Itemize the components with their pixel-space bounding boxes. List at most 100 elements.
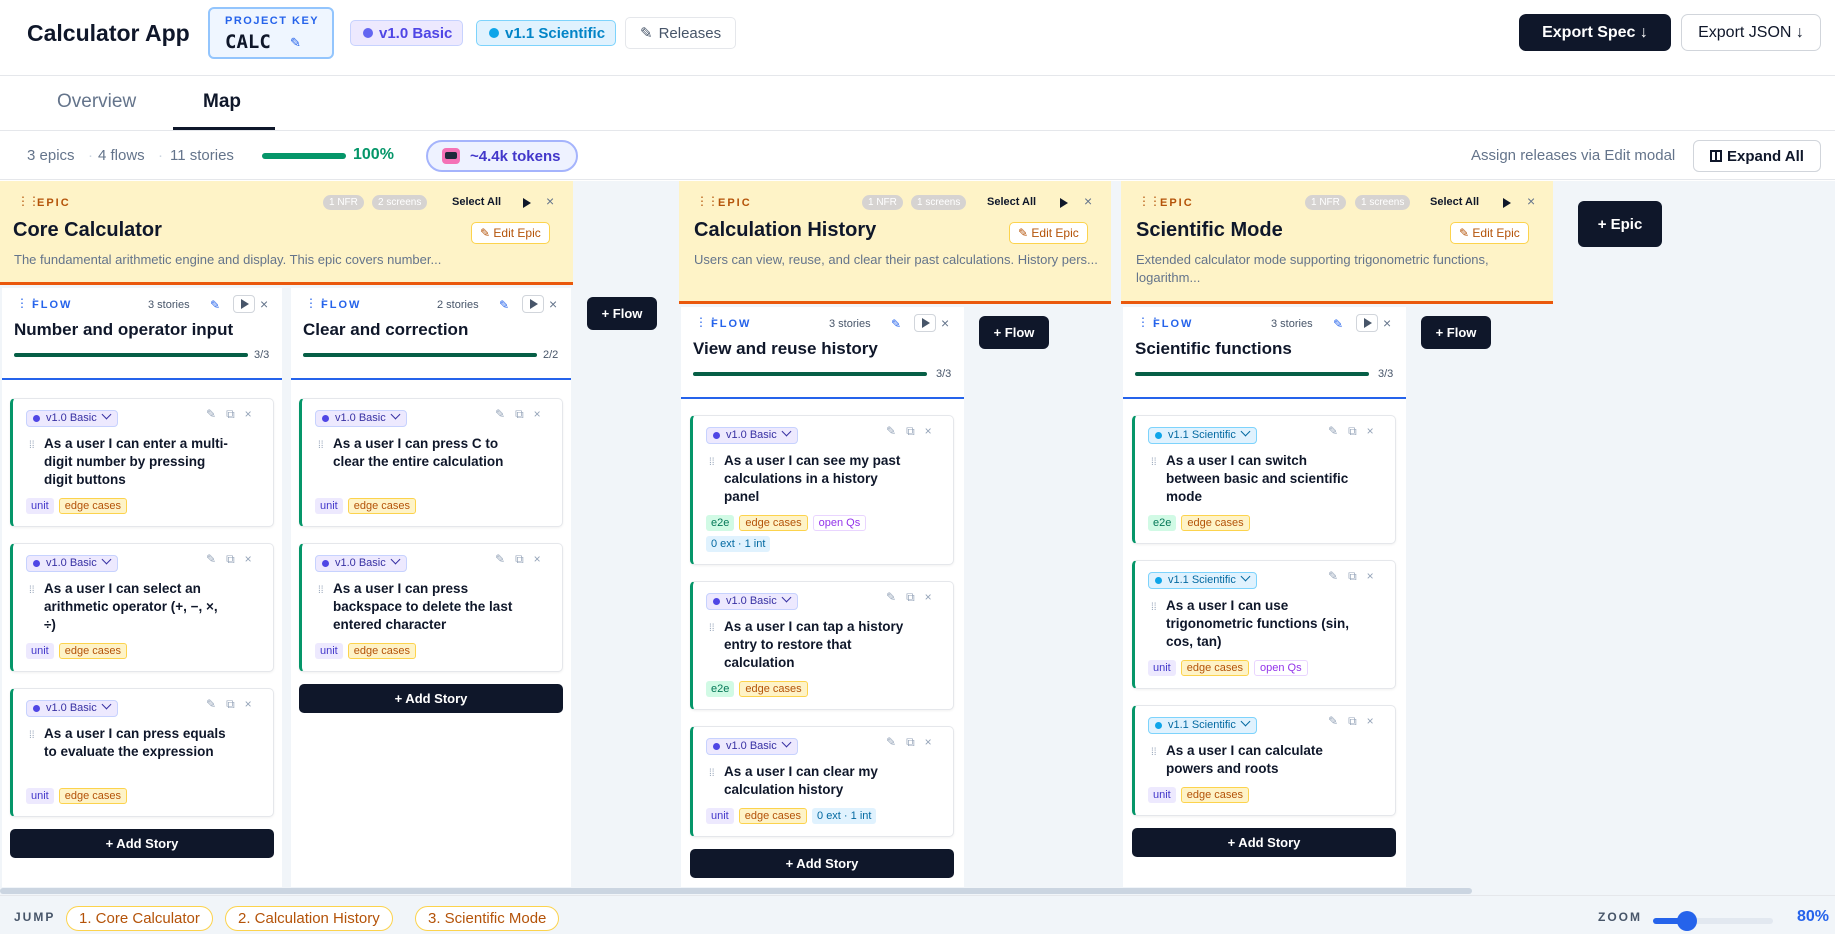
- copy-icon[interactable]: ⧉: [1348, 714, 1357, 728]
- play-icon[interactable]: [522, 295, 544, 313]
- pencil-icon[interactable]: ✎: [1328, 569, 1338, 583]
- close-icon[interactable]: ×: [245, 697, 252, 711]
- close-icon[interactable]: ×: [1367, 424, 1374, 438]
- pencil-icon[interactable]: ✎: [210, 298, 220, 312]
- edit-epic-button[interactable]: ✎ Edit Epic: [1009, 222, 1088, 244]
- copy-icon[interactable]: ⧉: [1348, 424, 1357, 438]
- release-pill-scientific[interactable]: v1.1 Scientific: [476, 20, 617, 46]
- drag-handle-icon[interactable]: ⁞⁞: [1151, 603, 1157, 613]
- pencil-icon[interactable]: ✎: [206, 552, 216, 566]
- release-dropdown[interactable]: v1.0 Basic: [26, 409, 118, 427]
- play-icon[interactable]: [914, 314, 936, 332]
- close-icon[interactable]: ×: [1367, 714, 1374, 728]
- drag-handle-icon[interactable]: ⁞⁞: [1151, 458, 1157, 468]
- select-all-button[interactable]: Select All: [452, 196, 501, 208]
- pencil-icon[interactable]: ✎: [495, 407, 505, 421]
- pencil-icon[interactable]: ✎: [499, 298, 509, 312]
- story-card[interactable]: v1.1 Scientific ✎ ⧉ × ⁞⁞ As a user I can…: [1132, 705, 1396, 816]
- pencil-icon[interactable]: ✎: [206, 697, 216, 711]
- close-icon[interactable]: ×: [1084, 193, 1092, 209]
- pencil-icon[interactable]: ✎: [290, 35, 301, 51]
- close-icon[interactable]: ×: [925, 424, 932, 438]
- release-dropdown[interactable]: v1.0 Basic: [706, 426, 798, 444]
- zoom-slider-handle[interactable]: [1676, 911, 1697, 931]
- drag-handle-icon[interactable]: ⋮⋮: [696, 195, 719, 207]
- story-card[interactable]: v1.1 Scientific ✎ ⧉ × ⁞⁞ As a user I can…: [1132, 560, 1396, 689]
- jump-core-calculator[interactable]: 1. Core Calculator: [66, 906, 213, 931]
- token-estimate-badge[interactable]: ~4.4k tokens: [426, 140, 578, 172]
- close-icon[interactable]: ×: [534, 552, 541, 566]
- release-dropdown[interactable]: v1.1 Scientific: [1148, 571, 1257, 589]
- zoom-slider[interactable]: [1653, 911, 1773, 931]
- pencil-icon[interactable]: ✎: [891, 317, 901, 331]
- project-key-box[interactable]: PROJECT KEY CALC ✎: [208, 7, 334, 59]
- close-icon[interactable]: ×: [549, 296, 557, 312]
- drag-handle-icon[interactable]: ⋮⋮: [16, 297, 40, 309]
- close-icon[interactable]: ×: [245, 407, 252, 421]
- story-card[interactable]: v1.1 Scientific ✎ ⧉ × ⁞⁞ As a user I can…: [1132, 415, 1396, 544]
- copy-icon[interactable]: ⧉: [515, 552, 524, 566]
- edit-epic-button[interactable]: ✎ Edit Epic: [1450, 222, 1529, 244]
- close-icon[interactable]: ×: [1383, 315, 1391, 331]
- copy-icon[interactable]: ⧉: [226, 407, 235, 421]
- select-all-button[interactable]: Select All: [1430, 196, 1479, 208]
- add-flow-button[interactable]: + Flow: [979, 316, 1049, 349]
- drag-handle-icon[interactable]: ⁞⁞: [709, 624, 715, 634]
- releases-button[interactable]: ✎ Releases: [625, 17, 737, 49]
- close-icon[interactable]: ×: [925, 735, 932, 749]
- release-dropdown[interactable]: v1.0 Basic: [26, 554, 118, 572]
- copy-icon[interactable]: ⧉: [906, 735, 915, 749]
- release-dropdown[interactable]: v1.1 Scientific: [1148, 426, 1257, 444]
- story-card[interactable]: v1.0 Basic ✎ ⧉ × ⁞⁞ As a user I can pres…: [299, 398, 563, 527]
- tab-overview[interactable]: Overview: [57, 91, 136, 113]
- edit-epic-button[interactable]: ✎ Edit Epic: [471, 222, 550, 244]
- release-pill-basic[interactable]: v1.0 Basic: [350, 20, 464, 46]
- story-card[interactable]: v1.0 Basic ✎ ⧉ × ⁞⁞ As a user I can ente…: [10, 398, 274, 527]
- add-story-button[interactable]: + Add Story: [299, 684, 563, 713]
- play-icon[interactable]: [1356, 314, 1378, 332]
- copy-icon[interactable]: ⧉: [906, 590, 915, 604]
- story-card[interactable]: v1.0 Basic ✎ ⧉ × ⁞⁞ As a user I can pres…: [299, 543, 563, 672]
- play-icon[interactable]: [1060, 198, 1068, 208]
- drag-handle-icon[interactable]: ⁞⁞: [709, 458, 715, 468]
- add-flow-button[interactable]: + Flow: [587, 297, 657, 330]
- add-story-button[interactable]: + Add Story: [1132, 828, 1396, 857]
- story-card[interactable]: v1.0 Basic ✎ ⧉ × ⁞⁞ As a user I can see …: [690, 415, 954, 565]
- drag-handle-icon[interactable]: ⋮⋮: [17, 195, 40, 207]
- drag-handle-icon[interactable]: ⁞⁞: [318, 441, 324, 451]
- drag-handle-icon[interactable]: ⁞⁞: [29, 441, 35, 451]
- copy-icon[interactable]: ⧉: [226, 552, 235, 566]
- tab-map[interactable]: Map: [203, 91, 241, 113]
- close-icon[interactable]: ×: [534, 407, 541, 421]
- close-icon[interactable]: ×: [546, 193, 554, 209]
- release-dropdown[interactable]: v1.0 Basic: [706, 592, 798, 610]
- drag-handle-icon[interactable]: ⁞⁞: [29, 586, 35, 596]
- copy-icon[interactable]: ⧉: [515, 407, 524, 421]
- close-icon[interactable]: ×: [1527, 193, 1535, 209]
- pencil-icon[interactable]: ✎: [495, 552, 505, 566]
- pencil-icon[interactable]: ✎: [886, 735, 896, 749]
- release-dropdown[interactable]: v1.1 Scientific: [1148, 716, 1257, 734]
- export-spec-button[interactable]: Export Spec ↓: [1519, 14, 1671, 51]
- drag-handle-icon[interactable]: ⁞⁞: [1151, 748, 1157, 758]
- pencil-icon[interactable]: ✎: [206, 407, 216, 421]
- add-epic-button[interactable]: + Epic: [1578, 201, 1662, 247]
- pencil-icon[interactable]: ✎: [1328, 424, 1338, 438]
- pencil-icon[interactable]: ✎: [1333, 317, 1343, 331]
- add-story-button[interactable]: + Add Story: [690, 849, 954, 878]
- close-icon[interactable]: ×: [1367, 569, 1374, 583]
- close-icon[interactable]: ×: [941, 315, 949, 331]
- jump-calculation-history[interactable]: 2. Calculation History: [225, 906, 393, 931]
- select-all-button[interactable]: Select All: [987, 196, 1036, 208]
- drag-handle-icon[interactable]: ⁞⁞: [709, 769, 715, 779]
- play-icon[interactable]: [1503, 198, 1511, 208]
- jump-scientific-mode[interactable]: 3. Scientific Mode: [415, 906, 560, 931]
- export-json-button[interactable]: Export JSON ↓: [1681, 14, 1821, 51]
- story-card[interactable]: v1.0 Basic ✎ ⧉ × ⁞⁞ As a user I can sele…: [10, 543, 274, 672]
- pencil-icon[interactable]: ✎: [886, 424, 896, 438]
- scrollbar-thumb[interactable]: [0, 888, 1472, 894]
- drag-handle-icon[interactable]: ⁞⁞: [318, 586, 324, 596]
- release-dropdown[interactable]: v1.0 Basic: [315, 409, 407, 427]
- story-card[interactable]: v1.0 Basic ✎ ⧉ × ⁞⁞ As a user I can pres…: [10, 688, 274, 817]
- drag-handle-icon[interactable]: ⋮⋮: [695, 316, 719, 328]
